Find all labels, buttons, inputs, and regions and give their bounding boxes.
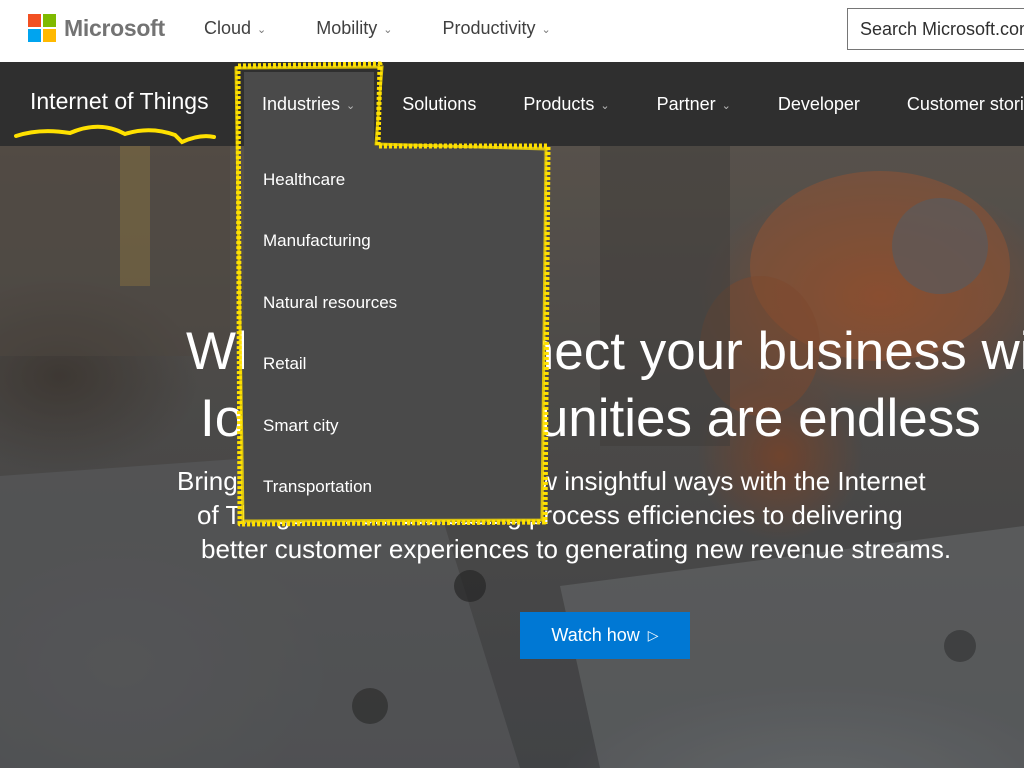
- menu-item-retail[interactable]: Retail: [263, 354, 306, 374]
- global-header: Microsoft Cloud ⌄ Mobility ⌄ Productivit…: [0, 0, 1024, 62]
- subnav-item-label: Products: [523, 94, 595, 114]
- subnav-item-label: Partner: [656, 94, 716, 114]
- subnav-item-solutions[interactable]: Solutions: [402, 94, 476, 115]
- nav-mobility[interactable]: Mobility ⌄: [316, 18, 392, 39]
- search-placeholder: Search Microsoft.com: [860, 18, 1024, 39]
- subnav-item-label: Solutions: [402, 94, 477, 114]
- watch-how-label: Watch how: [551, 625, 640, 645]
- nav-productivity[interactable]: Productivity ⌄: [442, 18, 550, 39]
- subnav-title[interactable]: Internet of Things: [30, 88, 209, 115]
- nav-mobility-label: Mobility: [316, 18, 378, 38]
- global-nav: Cloud ⌄ Mobility ⌄ Productivity ⌄: [204, 18, 601, 39]
- chevron-down-icon: ⌄: [600, 100, 610, 112]
- microsoft-logo-icon: [28, 14, 56, 42]
- menu-item-transportation[interactable]: Transportation: [263, 477, 372, 497]
- chevron-down-icon: ⌄: [721, 100, 731, 112]
- subnav-item-products[interactable]: Products ⌄: [523, 94, 609, 115]
- subnav-item-label: Industries: [262, 94, 341, 114]
- subnav-item-industries[interactable]: Industries ⌄: [262, 94, 355, 115]
- watch-how-button[interactable]: Watch how ▷: [520, 612, 690, 659]
- brand-name: Microsoft: [64, 14, 165, 41]
- subnav-item-customer-stories[interactable]: Customer stories: [907, 94, 1024, 115]
- menu-item-healthcare[interactable]: Healthcare: [263, 170, 345, 190]
- chevron-down-icon: ⌄: [383, 24, 393, 36]
- hero-subtext-line3: better customer experiences to generatin…: [201, 534, 952, 564]
- subnav-item-developer[interactable]: Developer: [778, 94, 860, 115]
- subnav-items: Industries ⌄ Solutions Products ⌄ Partne…: [262, 94, 1024, 115]
- menu-item-smart-city[interactable]: Smart city: [263, 416, 339, 436]
- microsoft-logo[interactable]: Microsoft: [28, 14, 165, 42]
- menu-item-natural-resources[interactable]: Natural resources: [263, 293, 397, 313]
- chevron-down-icon: ⌄: [346, 100, 356, 112]
- nav-productivity-label: Productivity: [442, 18, 536, 38]
- play-outline-icon: ▷: [647, 627, 659, 643]
- nav-cloud-label: Cloud: [204, 18, 252, 38]
- subnav-item-label: Developer: [777, 94, 860, 114]
- nav-cloud[interactable]: Cloud ⌄: [204, 18, 266, 39]
- industries-dropdown-menu: Healthcare Manufacturing Natural resourc…: [244, 146, 543, 522]
- search-input[interactable]: Search Microsoft.com: [847, 8, 1024, 50]
- chevron-down-icon: ⌄: [257, 24, 267, 36]
- subnav-item-partner[interactable]: Partner ⌄: [657, 94, 731, 115]
- chevron-down-icon: ⌄: [541, 24, 551, 36]
- menu-item-manufacturing[interactable]: Manufacturing: [263, 231, 371, 251]
- subnav-item-label: Customer stories: [906, 94, 1024, 114]
